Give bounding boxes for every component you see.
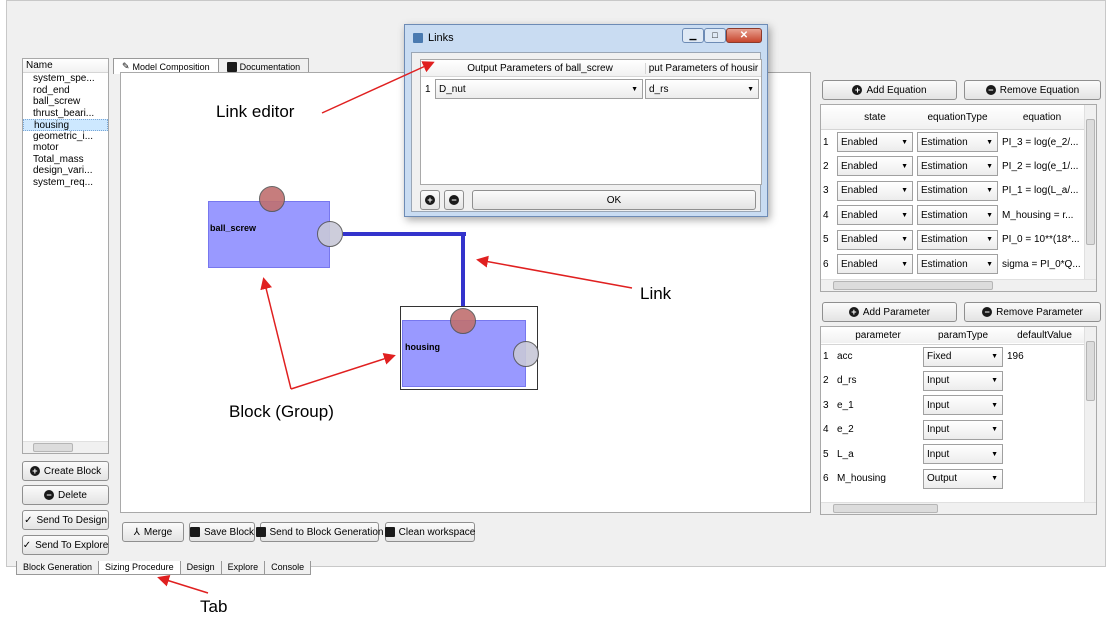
arrow-link-editor	[321, 61, 435, 114]
annotation-block-group: Block (Group)	[229, 402, 334, 421]
arrow-tab	[157, 574, 209, 594]
annotation-link-editor: Link editor	[216, 102, 295, 121]
annotation-tab: Tab	[200, 597, 228, 616]
annotation-arrows	[157, 61, 633, 594]
arrow-block-2	[290, 353, 396, 390]
annotation-link: Link	[640, 284, 672, 303]
arrow-link	[476, 255, 633, 289]
arrow-block-1	[260, 277, 292, 390]
